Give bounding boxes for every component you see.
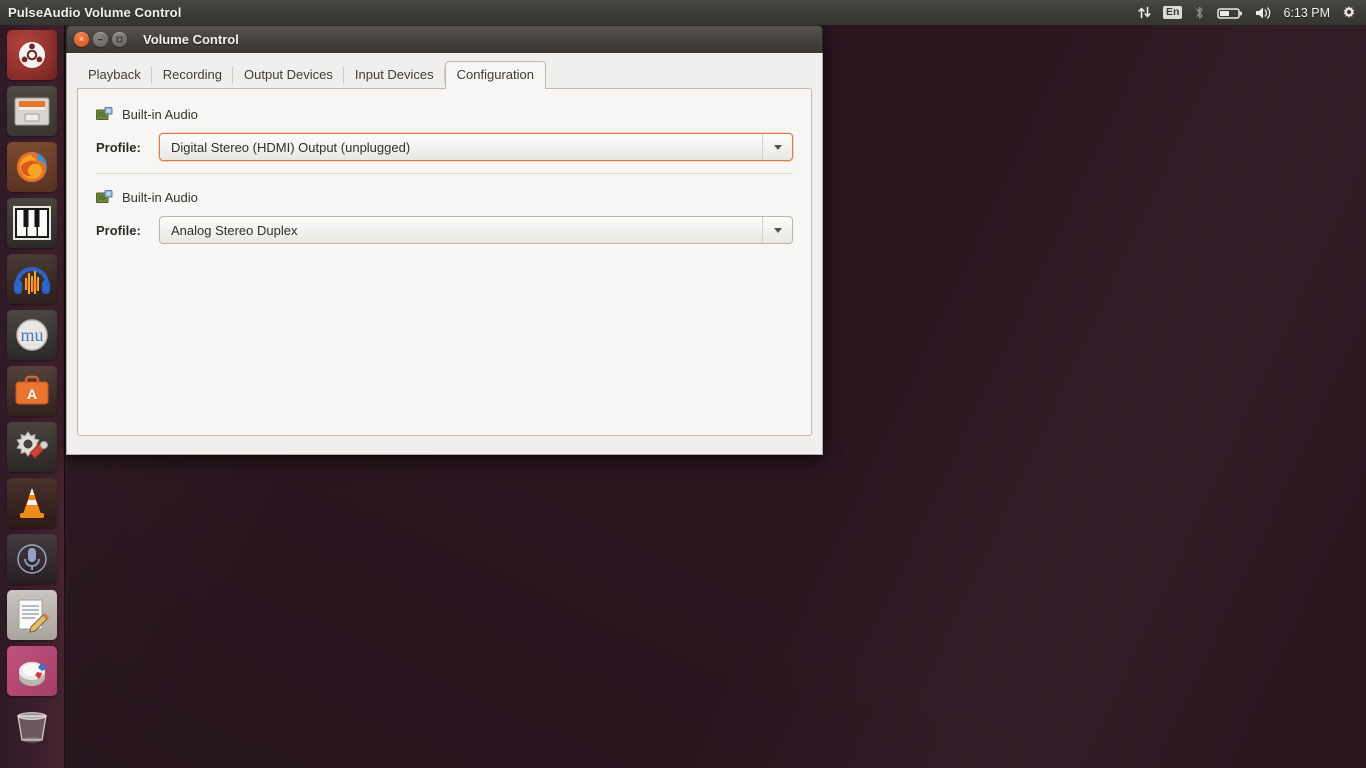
tab-configuration[interactable]: Configuration	[444, 61, 546, 89]
clock[interactable]: 6:13 PM	[1283, 0, 1330, 25]
window-body: Playback Recording Output Devices Input …	[66, 53, 823, 455]
top-panel: PulseAudio Volume Control En 6:13 PM	[0, 0, 1366, 25]
trash-bin-icon	[17, 712, 47, 743]
volume-speaker-icon[interactable]	[1254, 0, 1272, 25]
system-tray: En 6:13 PM	[1137, 0, 1366, 25]
launcher-item-pulseaudio-volume-control[interactable]	[7, 646, 57, 696]
profile-label: Profile:	[96, 139, 141, 155]
launcher-item-ubuntu-software[interactable]: A	[7, 366, 57, 416]
window-title: Volume Control	[143, 32, 239, 47]
chevron-down-icon[interactable]	[762, 134, 792, 160]
bluetooth-icon[interactable]	[1193, 0, 1206, 25]
launcher-item-text-editor[interactable]	[7, 590, 57, 640]
window-close-button[interactable]: ×	[74, 32, 89, 47]
battery-icon[interactable]	[1217, 0, 1243, 25]
audio-card-icon	[96, 190, 113, 205]
profile-row: Profile: Digital Stereo (HDMI) Output (u…	[96, 133, 793, 161]
launcher-item-firefox[interactable]	[7, 142, 57, 192]
tab-playback[interactable]: Playback	[77, 62, 152, 88]
launcher-item-sound-recorder[interactable]	[7, 534, 57, 584]
device-section: Built-in Audio Profile: Analog Stereo Du…	[96, 188, 793, 250]
profile-row: Profile: Analog Stereo Duplex	[96, 216, 793, 244]
launcher-item-system-settings[interactable]	[7, 422, 57, 472]
configuration-panel: Built-in Audio Profile: Digital Stereo (…	[77, 88, 812, 436]
document-pencil-icon	[18, 599, 49, 633]
profile-selected-value: Digital Stereo (HDMI) Output (unplugged)	[171, 139, 411, 155]
keyboard-layout-label: En	[1163, 6, 1183, 19]
launcher-item-vlc[interactable]	[7, 478, 57, 528]
file-manager-icon	[14, 97, 50, 126]
window-titlebar[interactable]: × Volume Control	[66, 25, 823, 53]
profile-combobox[interactable]: Digital Stereo (HDMI) Output (unplugged)	[159, 133, 793, 161]
profile-selected-value: Analog Stereo Duplex	[171, 222, 298, 238]
volume-control-icon	[19, 662, 47, 686]
device-section: Built-in Audio Profile: Digital Stereo (…	[96, 105, 793, 167]
tab-bar: Playback Recording Output Devices Input …	[77, 61, 812, 89]
musescore-icon: mu	[16, 319, 48, 351]
launcher-item-piano-keyboard-app[interactable]	[7, 198, 57, 248]
device-name: Built-in Audio	[122, 190, 198, 205]
chevron-down-icon[interactable]	[762, 217, 792, 243]
launcher-item-audacity[interactable]	[7, 254, 57, 304]
tab-output-devices[interactable]: Output Devices	[233, 62, 344, 88]
volume-control-window: × Volume Control Playback Recording Outp…	[66, 25, 823, 455]
microphone-icon	[17, 544, 47, 574]
unity-launcher: mu A	[0, 25, 65, 768]
launcher-item-ubuntu-dash-home[interactable]	[7, 30, 57, 80]
vlc-cone-icon	[20, 488, 44, 518]
device-name: Built-in Audio	[122, 107, 198, 122]
profile-combobox[interactable]: Analog Stereo Duplex	[159, 216, 793, 244]
profile-label: Profile:	[96, 222, 141, 238]
svg-text:mu: mu	[20, 325, 43, 345]
firefox-icon	[17, 152, 47, 182]
audio-card-icon	[96, 107, 113, 122]
launcher-item-files[interactable]	[7, 86, 57, 136]
ubuntu-logo-icon	[19, 42, 45, 68]
gear-wrench-icon	[16, 431, 48, 459]
window-maximize-button[interactable]	[112, 32, 127, 47]
software-center-icon: A	[15, 375, 49, 405]
tab-recording[interactable]: Recording	[152, 62, 234, 88]
device-header: Built-in Audio	[96, 107, 793, 122]
panel-app-title: PulseAudio Volume Control	[8, 5, 182, 20]
piano-keys-icon	[13, 206, 51, 240]
window-minimize-button[interactable]	[93, 32, 108, 47]
keyboard-layout-indicator[interactable]: En	[1163, 0, 1183, 25]
gear-session-icon[interactable]	[1341, 0, 1357, 25]
network-up-down-arrows-icon[interactable]	[1137, 0, 1152, 25]
device-header: Built-in Audio	[96, 190, 793, 205]
svg-text:A: A	[27, 386, 37, 402]
launcher-item-musescore[interactable]: mu	[7, 310, 57, 360]
launcher-item-trash[interactable]	[7, 702, 57, 752]
section-divider	[96, 173, 793, 174]
audacity-headphones-icon	[14, 267, 50, 294]
tab-input-devices[interactable]: Input Devices	[344, 62, 445, 88]
